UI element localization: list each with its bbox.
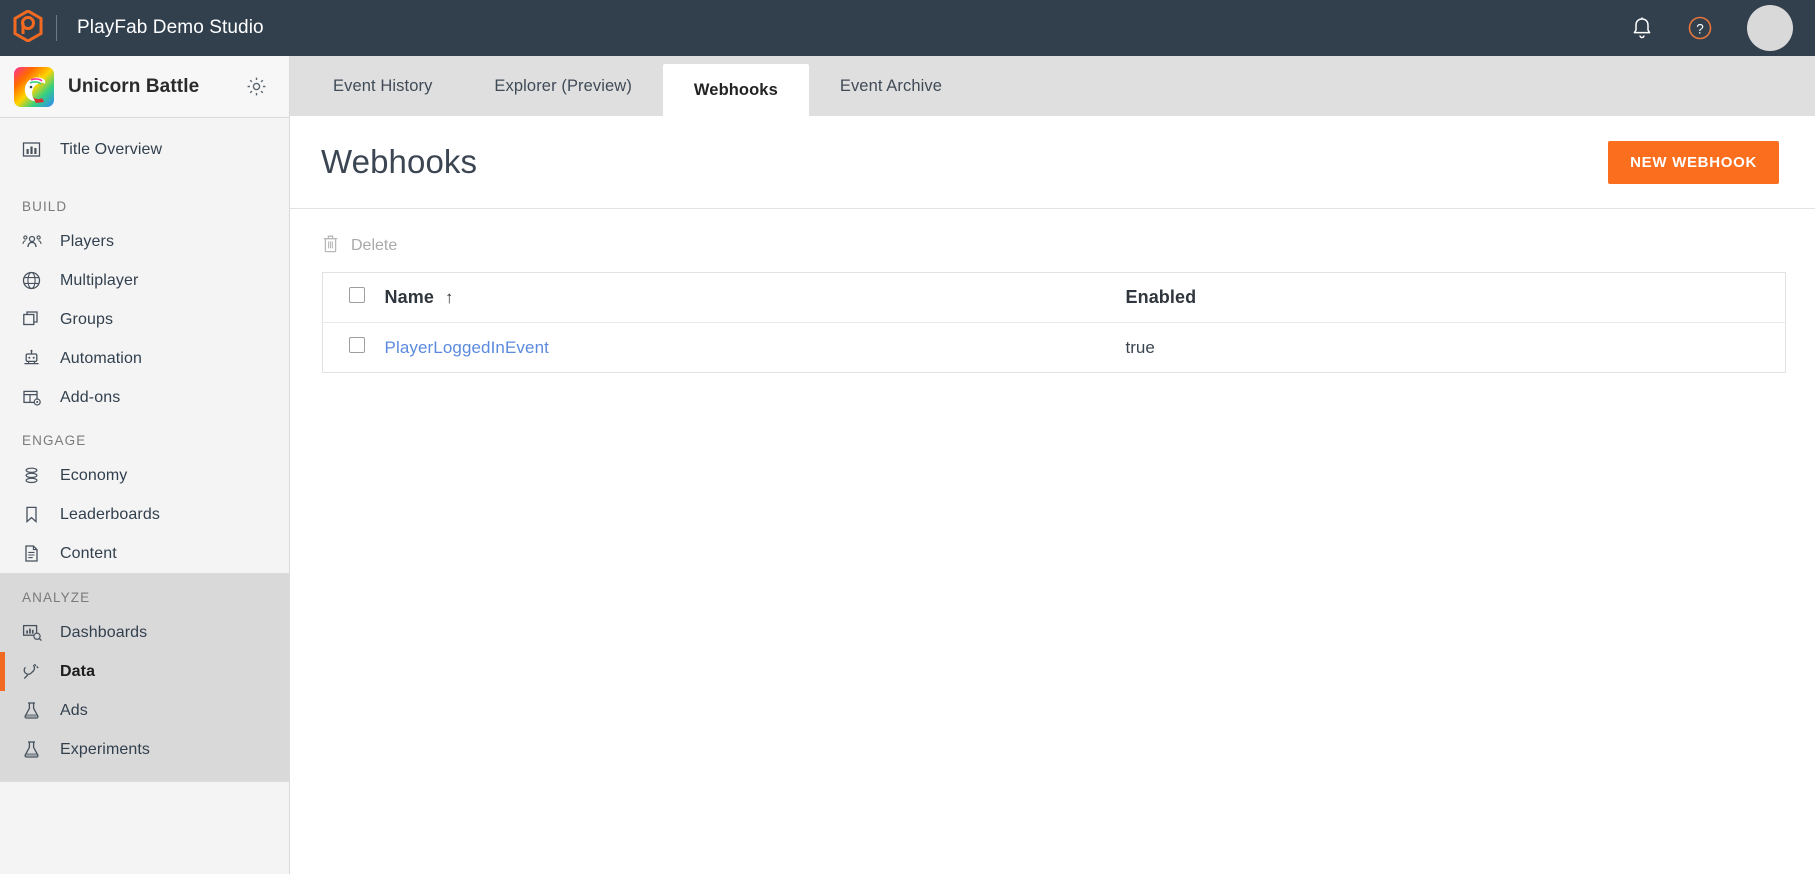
sidebar-item-multiplayer[interactable]: Multiplayer xyxy=(0,261,289,300)
header-divider xyxy=(56,15,57,41)
addons-icon xyxy=(22,388,48,407)
sidebar-divider-bottom xyxy=(0,781,289,782)
sidebar-item-add-ons[interactable]: Add-ons xyxy=(0,378,289,417)
sidebar-item-players[interactable]: Players xyxy=(0,222,289,261)
section-label-build: BUILD xyxy=(0,183,289,222)
sidebar-item-economy[interactable]: Economy xyxy=(0,456,289,495)
select-all-header xyxy=(323,273,385,323)
table-body: PlayerLoggedInEvent true xyxy=(323,323,1786,373)
row-enabled-cell: true xyxy=(1126,323,1786,373)
sidebar-item-data[interactable]: Data xyxy=(0,652,289,691)
sidebar-item-label: Groups xyxy=(60,311,113,329)
sidebar-item-label: Players xyxy=(60,233,114,251)
sidebar-item-experiments[interactable]: Experiments xyxy=(0,730,289,769)
section-label-engage: ENGAGE xyxy=(0,417,289,456)
delete-button-label: Delete xyxy=(351,237,397,255)
sidebar-item-label: Title Overview xyxy=(60,141,162,159)
bookmark-icon xyxy=(22,505,48,524)
delete-button[interactable]: Delete xyxy=(322,234,397,258)
robot-icon xyxy=(22,349,48,368)
sidebar-item-ads[interactable]: Ads xyxy=(0,691,289,730)
sort-ascending-icon: ↑ xyxy=(445,289,454,306)
sidebar-item-label: Add-ons xyxy=(60,389,120,407)
nav-section-engage: ENGAGE Economy Leaderboards xyxy=(0,417,289,573)
sidebar-item-label: Economy xyxy=(60,467,127,485)
table-header: Name ↑ Enabled xyxy=(323,273,1786,323)
unicorn-game-icon xyxy=(14,67,54,107)
page-title: Webhooks xyxy=(321,143,477,181)
webhook-enabled-value: true xyxy=(1126,338,1155,357)
tab-webhooks[interactable]: Webhooks xyxy=(663,64,809,116)
flask-icon xyxy=(22,740,48,759)
playfab-logo-wrap[interactable] xyxy=(0,10,56,47)
game-title: Unicorn Battle xyxy=(68,76,199,98)
playfab-hexagon-logo-icon xyxy=(13,10,43,47)
sidebar-item-label: Experiments xyxy=(60,741,150,759)
gear-icon[interactable] xyxy=(246,76,267,97)
svg-text:?: ? xyxy=(1696,21,1704,36)
sidebar-item-label: Automation xyxy=(60,350,142,368)
section-label-analyze: ANALYZE xyxy=(0,574,289,613)
column-header-name[interactable]: Name ↑ xyxy=(385,273,1126,323)
select-all-checkbox[interactable] xyxy=(349,287,365,303)
tab-bar: Event History Explorer (Preview) Webhook… xyxy=(290,56,1815,116)
header-actions: ? xyxy=(1631,5,1815,51)
studio-name: PlayFab Demo Studio xyxy=(77,17,264,39)
column-header-enabled[interactable]: Enabled xyxy=(1126,273,1786,323)
players-icon xyxy=(22,232,48,251)
top-header-bar: PlayFab Demo Studio ? xyxy=(0,0,1815,56)
dashboard-search-icon xyxy=(22,623,48,642)
webhooks-table: Name ↑ Enabled xyxy=(322,272,1786,373)
trash-icon xyxy=(322,234,339,258)
sidebar-item-label: Data xyxy=(60,663,95,681)
nav-section-analyze: ANALYZE Dashboards xyxy=(0,574,289,781)
flask-icon xyxy=(22,701,48,720)
sidebar-item-content[interactable]: Content xyxy=(0,534,289,573)
main-content: Event History Explorer (Preview) Webhook… xyxy=(290,56,1815,874)
nav-section-build: BUILD Players xyxy=(0,183,289,417)
table-row[interactable]: PlayerLoggedInEvent true xyxy=(323,323,1786,373)
tab-explorer-preview[interactable]: Explorer (Preview) xyxy=(463,56,663,116)
globe-icon xyxy=(22,271,48,290)
sidebar-item-leaderboards[interactable]: Leaderboards xyxy=(0,495,289,534)
sidebar-item-label: Content xyxy=(60,545,117,563)
plug-icon xyxy=(22,662,48,681)
coins-icon xyxy=(22,466,48,485)
column-header-enabled-label: Enabled xyxy=(1126,287,1197,308)
webhooks-table-wrap: Name ↑ Enabled xyxy=(290,272,1815,373)
column-header-name-label: Name xyxy=(385,287,434,308)
document-icon xyxy=(22,544,48,563)
sidebar-item-label: Multiplayer xyxy=(60,272,138,290)
webhook-name-link[interactable]: PlayerLoggedInEvent xyxy=(385,338,549,357)
sidebar-item-label: Dashboards xyxy=(60,624,147,642)
sidebar-item-groups[interactable]: Groups xyxy=(0,300,289,339)
bar-chart-icon xyxy=(22,140,48,159)
nav-section-overview: Title Overview xyxy=(0,118,289,183)
sidebar-item-dashboards[interactable]: Dashboards xyxy=(0,613,289,652)
avatar[interactable] xyxy=(1747,5,1793,51)
row-name-cell: PlayerLoggedInEvent xyxy=(385,323,1126,373)
question-circle-icon[interactable]: ? xyxy=(1687,15,1713,41)
bell-icon[interactable] xyxy=(1631,16,1653,40)
sidebar-item-title-overview[interactable]: Title Overview xyxy=(0,130,289,169)
table-header-row: Name ↑ Enabled xyxy=(323,273,1786,323)
new-webhook-button[interactable]: NEW WEBHOOK xyxy=(1608,141,1779,184)
tab-event-history[interactable]: Event History xyxy=(302,56,463,116)
title-selector[interactable]: Unicorn Battle xyxy=(0,56,289,118)
tab-event-archive[interactable]: Event Archive xyxy=(809,56,973,116)
sidebar-item-label: Leaderboards xyxy=(60,506,160,524)
sidebar: Unicorn Battle Title Overview xyxy=(0,56,290,874)
sidebar-item-label: Ads xyxy=(60,702,88,720)
page-header: Webhooks NEW WEBHOOK xyxy=(290,116,1815,209)
row-select-cell xyxy=(323,323,385,373)
layers-icon xyxy=(22,310,48,329)
command-bar: Delete xyxy=(290,209,1815,272)
row-checkbox[interactable] xyxy=(349,337,365,353)
sidebar-item-automation[interactable]: Automation xyxy=(0,339,289,378)
